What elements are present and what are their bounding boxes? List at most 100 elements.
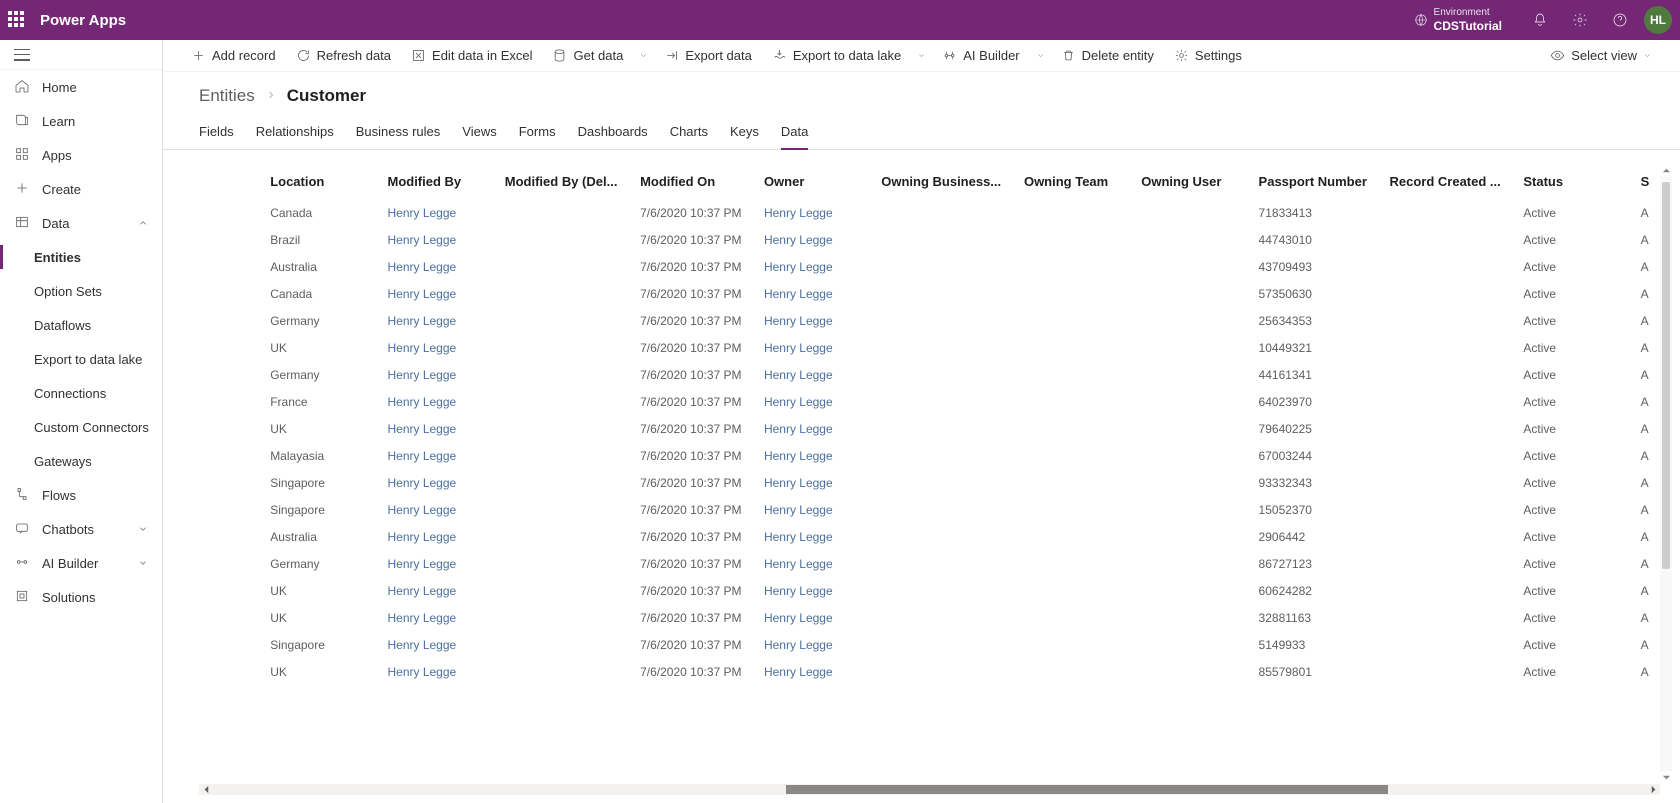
- column-header[interactable]: Status: [1513, 164, 1630, 199]
- cell-modified-by[interactable]: Henry Legge: [377, 334, 494, 361]
- ai-builder-dropdown[interactable]: [1032, 42, 1049, 70]
- user-avatar[interactable]: HL: [1644, 6, 1672, 34]
- edit-in-excel-button[interactable]: Edit data in Excel: [403, 42, 540, 70]
- cell-owner[interactable]: Henry Legge: [754, 199, 871, 226]
- app-launcher-icon[interactable]: [8, 11, 26, 29]
- cell-modified-by[interactable]: Henry Legge: [377, 253, 494, 280]
- sidebar-item-home[interactable]: Home: [0, 70, 162, 104]
- cell-modified-by[interactable]: Henry Legge: [377, 442, 494, 469]
- tab-forms[interactable]: Forms: [519, 118, 556, 149]
- cell-modified-by[interactable]: Henry Legge: [377, 388, 494, 415]
- column-header[interactable]: Modified By: [377, 164, 494, 199]
- cell-owner[interactable]: Henry Legge: [754, 415, 871, 442]
- sidebar-subitem-entities[interactable]: Entities: [0, 240, 162, 274]
- get-data-dropdown[interactable]: [635, 42, 652, 70]
- sidebar-subitem-gateways[interactable]: Gateways: [0, 444, 162, 478]
- sidebar-item-data[interactable]: Data: [0, 206, 162, 240]
- tab-keys[interactable]: Keys: [730, 118, 759, 149]
- cell-owner[interactable]: Henry Legge: [754, 361, 871, 388]
- entity-settings-button[interactable]: Settings: [1166, 42, 1250, 70]
- cell-owner[interactable]: Henry Legge: [754, 523, 871, 550]
- notifications-button[interactable]: [1524, 4, 1556, 36]
- table-row[interactable]: SingaporeHenry Legge7/6/2020 10:37 PMHen…: [199, 496, 1660, 523]
- column-header[interactable]: Modified On: [630, 164, 754, 199]
- column-header[interactable]: Owner: [754, 164, 871, 199]
- table-row[interactable]: SingaporeHenry Legge7/6/2020 10:37 PMHen…: [199, 631, 1660, 658]
- cell-modified-by[interactable]: Henry Legge: [377, 415, 494, 442]
- scroll-down-icon[interactable]: [1660, 771, 1672, 783]
- tab-views[interactable]: Views: [462, 118, 496, 149]
- ai-builder-button[interactable]: AI Builder: [934, 42, 1027, 70]
- table-row[interactable]: UKHenry Legge7/6/2020 10:37 PMHenry Legg…: [199, 577, 1660, 604]
- column-header[interactable]: S: [1631, 164, 1660, 199]
- table-row[interactable]: AustraliaHenry Legge7/6/2020 10:37 PMHen…: [199, 523, 1660, 550]
- cell-owner[interactable]: Henry Legge: [754, 334, 871, 361]
- cell-modified-by[interactable]: Henry Legge: [377, 550, 494, 577]
- tab-data[interactable]: Data: [781, 118, 808, 149]
- sidebar-item-create[interactable]: Create: [0, 172, 162, 206]
- cell-owner[interactable]: Henry Legge: [754, 442, 871, 469]
- hscroll-thumb[interactable]: [786, 785, 1388, 794]
- tab-fields[interactable]: Fields: [199, 118, 234, 149]
- cell-owner[interactable]: Henry Legge: [754, 388, 871, 415]
- column-header[interactable]: Record Created ...: [1379, 164, 1513, 199]
- table-row[interactable]: UKHenry Legge7/6/2020 10:37 PMHenry Legg…: [199, 334, 1660, 361]
- tab-dashboards[interactable]: Dashboards: [578, 118, 648, 149]
- export-data-button[interactable]: Export data: [656, 42, 760, 70]
- horizontal-scrollbar[interactable]: [199, 784, 1660, 795]
- table-row[interactable]: GermanyHenry Legge7/6/2020 10:37 PMHenry…: [199, 361, 1660, 388]
- column-header[interactable]: Location: [260, 164, 377, 199]
- table-row[interactable]: AustraliaHenry Legge7/6/2020 10:37 PMHen…: [199, 253, 1660, 280]
- get-data-button[interactable]: Get data: [544, 42, 631, 70]
- table-row[interactable]: GermanyHenry Legge7/6/2020 10:37 PMHenry…: [199, 307, 1660, 334]
- table-row[interactable]: FranceHenry Legge7/6/2020 10:37 PMHenry …: [199, 388, 1660, 415]
- cell-owner[interactable]: Henry Legge: [754, 577, 871, 604]
- cell-owner[interactable]: Henry Legge: [754, 253, 871, 280]
- sidebar-subitem-custom-connectors[interactable]: Custom Connectors: [0, 410, 162, 444]
- sidebar-subitem-option-sets[interactable]: Option Sets: [0, 274, 162, 308]
- sidebar-subitem-dataflows[interactable]: Dataflows: [0, 308, 162, 342]
- cell-owner[interactable]: Henry Legge: [754, 550, 871, 577]
- sidebar-item-learn[interactable]: Learn: [0, 104, 162, 138]
- table-row[interactable]: GermanyHenry Legge7/6/2020 10:37 PMHenry…: [199, 550, 1660, 577]
- select-view-button[interactable]: Select view: [1542, 42, 1660, 70]
- table-row[interactable]: UKHenry Legge7/6/2020 10:37 PMHenry Legg…: [199, 604, 1660, 631]
- cell-modified-by[interactable]: Henry Legge: [377, 631, 494, 658]
- cell-modified-by[interactable]: Henry Legge: [377, 604, 494, 631]
- vscroll-thumb[interactable]: [1662, 182, 1670, 569]
- cell-modified-by[interactable]: Henry Legge: [377, 469, 494, 496]
- cell-owner[interactable]: Henry Legge: [754, 604, 871, 631]
- sidebar-item-ai-builder[interactable]: AI Builder: [0, 546, 162, 580]
- cell-owner[interactable]: Henry Legge: [754, 496, 871, 523]
- sidebar-toggle[interactable]: [14, 49, 30, 61]
- cell-modified-by[interactable]: Henry Legge: [377, 658, 494, 685]
- sidebar-item-apps[interactable]: Apps: [0, 138, 162, 172]
- sidebar-item-flows[interactable]: Flows: [0, 478, 162, 512]
- column-header[interactable]: Owning Team: [1014, 164, 1131, 199]
- cell-modified-by[interactable]: Henry Legge: [377, 523, 494, 550]
- sidebar-item-chatbots[interactable]: Chatbots: [0, 512, 162, 546]
- cell-owner[interactable]: Henry Legge: [754, 658, 871, 685]
- cell-owner[interactable]: Henry Legge: [754, 631, 871, 658]
- column-header[interactable]: Passport Number: [1249, 164, 1380, 199]
- table-row[interactable]: CanadaHenry Legge7/6/2020 10:37 PMHenry …: [199, 280, 1660, 307]
- tab-charts[interactable]: Charts: [670, 118, 708, 149]
- environment-picker[interactable]: Environment CDSTutorial: [1414, 7, 1502, 33]
- cell-owner[interactable]: Henry Legge: [754, 469, 871, 496]
- sidebar-item-solutions[interactable]: Solutions: [0, 580, 162, 614]
- tab-relationships[interactable]: Relationships: [256, 118, 334, 149]
- help-button[interactable]: [1604, 4, 1636, 36]
- table-row[interactable]: BrazilHenry Legge7/6/2020 10:37 PMHenry …: [199, 226, 1660, 253]
- sidebar-subitem-export-to-data-lake[interactable]: Export to data lake: [0, 342, 162, 376]
- export-lake-dropdown[interactable]: [913, 42, 930, 70]
- cell-modified-by[interactable]: Henry Legge: [377, 307, 494, 334]
- table-row[interactable]: UKHenry Legge7/6/2020 10:37 PMHenry Legg…: [199, 415, 1660, 442]
- refresh-data-button[interactable]: Refresh data: [288, 42, 399, 70]
- vertical-scrollbar[interactable]: [1660, 164, 1672, 783]
- table-row[interactable]: MalayasiaHenry Legge7/6/2020 10:37 PMHen…: [199, 442, 1660, 469]
- cell-modified-by[interactable]: Henry Legge: [377, 280, 494, 307]
- cell-owner[interactable]: Henry Legge: [754, 307, 871, 334]
- cell-modified-by[interactable]: Henry Legge: [377, 226, 494, 253]
- scroll-right-icon[interactable]: [1646, 784, 1660, 795]
- sidebar-subitem-connections[interactable]: Connections: [0, 376, 162, 410]
